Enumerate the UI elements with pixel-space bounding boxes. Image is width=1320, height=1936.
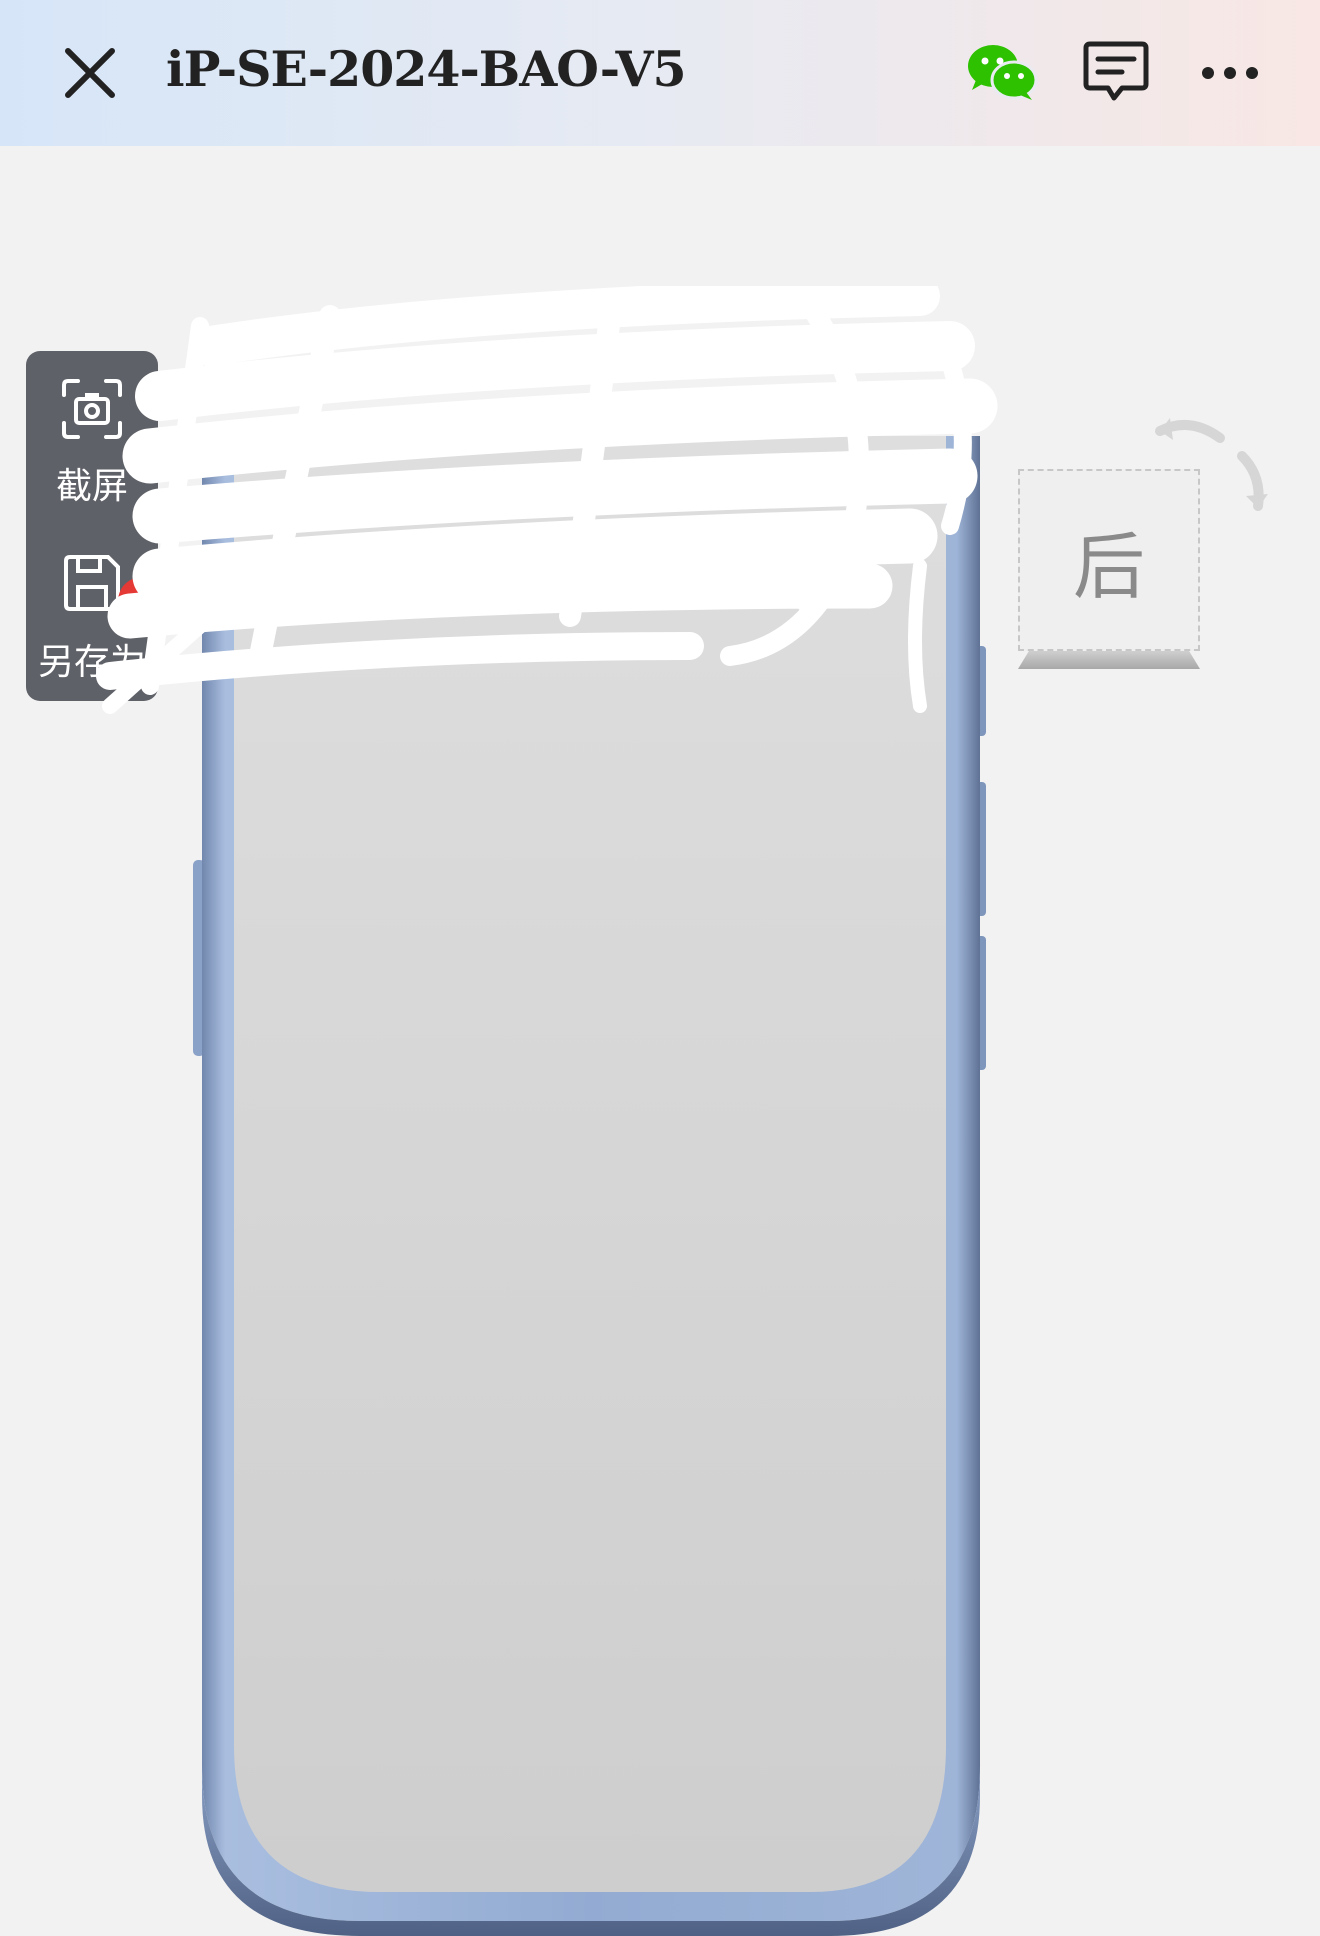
save-icon — [64, 555, 120, 611]
phone-case-model[interactable] — [190, 436, 1000, 1936]
wechat-icon — [968, 45, 1038, 100]
camera-frame-icon — [62, 379, 122, 439]
message-button[interactable] — [1076, 38, 1156, 108]
view-cube-base — [1018, 651, 1200, 669]
screenshot-button[interactable]: 截屏 — [26, 351, 158, 521]
new-badge: 新 — [118, 577, 158, 625]
save-as-label: 另存为 — [37, 642, 146, 683]
view-cube-face-back[interactable]: 后 — [1018, 469, 1200, 651]
model-viewer[interactable]: 后 截屏 另存为 新 — [0, 146, 1320, 1936]
screenshot-label: 截屏 — [55, 466, 128, 507]
close-button[interactable] — [50, 38, 130, 108]
document-title: iP-SE-2024-BAO-V5 — [166, 40, 687, 98]
more-icon — [1202, 67, 1258, 79]
close-icon — [65, 48, 115, 98]
wechat-share-button[interactable] — [962, 38, 1042, 108]
view-cube[interactable]: 后 — [1010, 396, 1280, 686]
floating-toolbar: 截屏 另存为 新 — [26, 351, 158, 701]
top-bar: iP-SE-2024-BAO-V5 — [0, 0, 1320, 146]
more-button[interactable] — [1190, 38, 1270, 108]
message-icon — [1083, 41, 1149, 101]
